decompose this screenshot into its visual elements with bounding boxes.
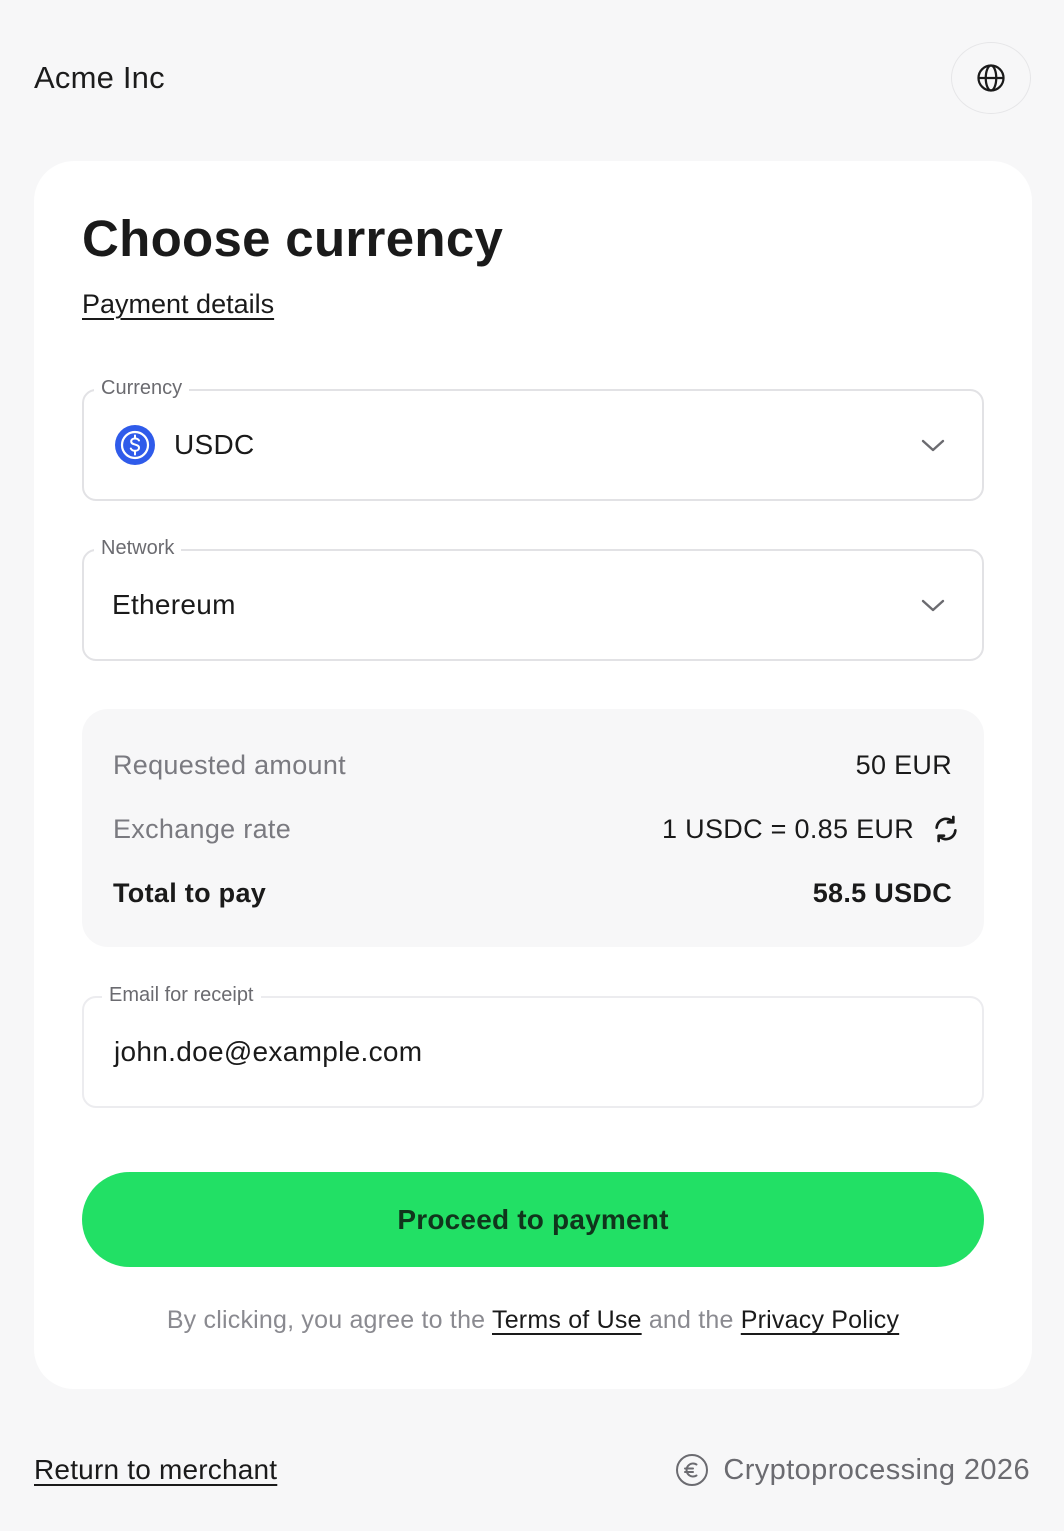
network-content: Ethereum <box>112 551 952 659</box>
refresh-icon[interactable] <box>930 813 962 845</box>
legal-prefix: By clicking, you agree to the <box>166 1306 486 1334</box>
email-field[interactable]: Email for receipt john.doe@example.com <box>82 982 984 1108</box>
checkout-page: Acme Inc Choose currency Payment details… <box>0 0 1064 1531</box>
email-value[interactable]: john.doe@example.com <box>114 1036 422 1068</box>
exchange-rate-row: Exchange rate 1 USDC = 0.85 EUR <box>113 809 957 849</box>
language-button[interactable] <box>951 42 1031 114</box>
globe-icon <box>977 64 1005 92</box>
requested-amount-row: Requested amount 50 EUR <box>113 745 952 785</box>
euro-coin-icon <box>676 1454 709 1486</box>
requested-amount-label: Requested amount <box>113 749 346 780</box>
brand: Cryptoprocessing 2026 <box>675 1453 1030 1487</box>
header: Acme Inc <box>34 42 1031 114</box>
chevron-down-icon <box>921 599 945 612</box>
exchange-rate-group: 1 USDC = 0.85 EUR <box>662 813 957 845</box>
merchant-name: Acme Inc <box>34 60 165 95</box>
payment-summary: Requested amount 50 EUR Exchange rate 1 … <box>82 709 984 947</box>
privacy-policy-link[interactable]: Privacy Policy <box>741 1306 899 1334</box>
footer: Return to merchant Cryptoprocessing 2026 <box>34 1448 1030 1492</box>
network-value: Ethereum <box>112 589 236 620</box>
terms-of-use-link[interactable]: Terms of Use <box>492 1306 642 1334</box>
total-value: 58.5 USDC <box>812 877 952 908</box>
currency-value: USDC <box>174 429 255 460</box>
network-select[interactable]: Network Ethereum <box>82 535 984 661</box>
email-content: john.doe@example.com <box>114 998 952 1106</box>
legal-notice: By clicking, you agree to the Terms of U… <box>34 1306 1032 1335</box>
return-to-merchant-link[interactable]: Return to merchant <box>34 1454 277 1486</box>
page-title: Choose currency <box>82 210 504 267</box>
requested-amount-value: 50 EUR <box>855 749 952 780</box>
proceed-to-payment-button[interactable]: Proceed to payment <box>82 1172 984 1267</box>
exchange-rate-label: Exchange rate <box>113 813 292 844</box>
legal-middle: and the <box>648 1306 734 1334</box>
brand-text: Cryptoprocessing 2026 <box>723 1453 1030 1486</box>
total-label: Total to pay <box>113 877 267 908</box>
exchange-rate-value: 1 USDC = 0.85 EUR <box>662 813 914 844</box>
total-row: Total to pay 58.5 USDC <box>113 873 952 913</box>
chevron-down-icon <box>921 439 945 452</box>
payment-details-link[interactable]: Payment details <box>82 289 274 320</box>
usdc-coin-icon <box>115 425 155 465</box>
currency-select[interactable]: Currency USDC <box>82 375 984 501</box>
payment-card: Choose currency Payment details Currency… <box>34 161 1032 1389</box>
currency-content: USDC <box>114 391 952 499</box>
